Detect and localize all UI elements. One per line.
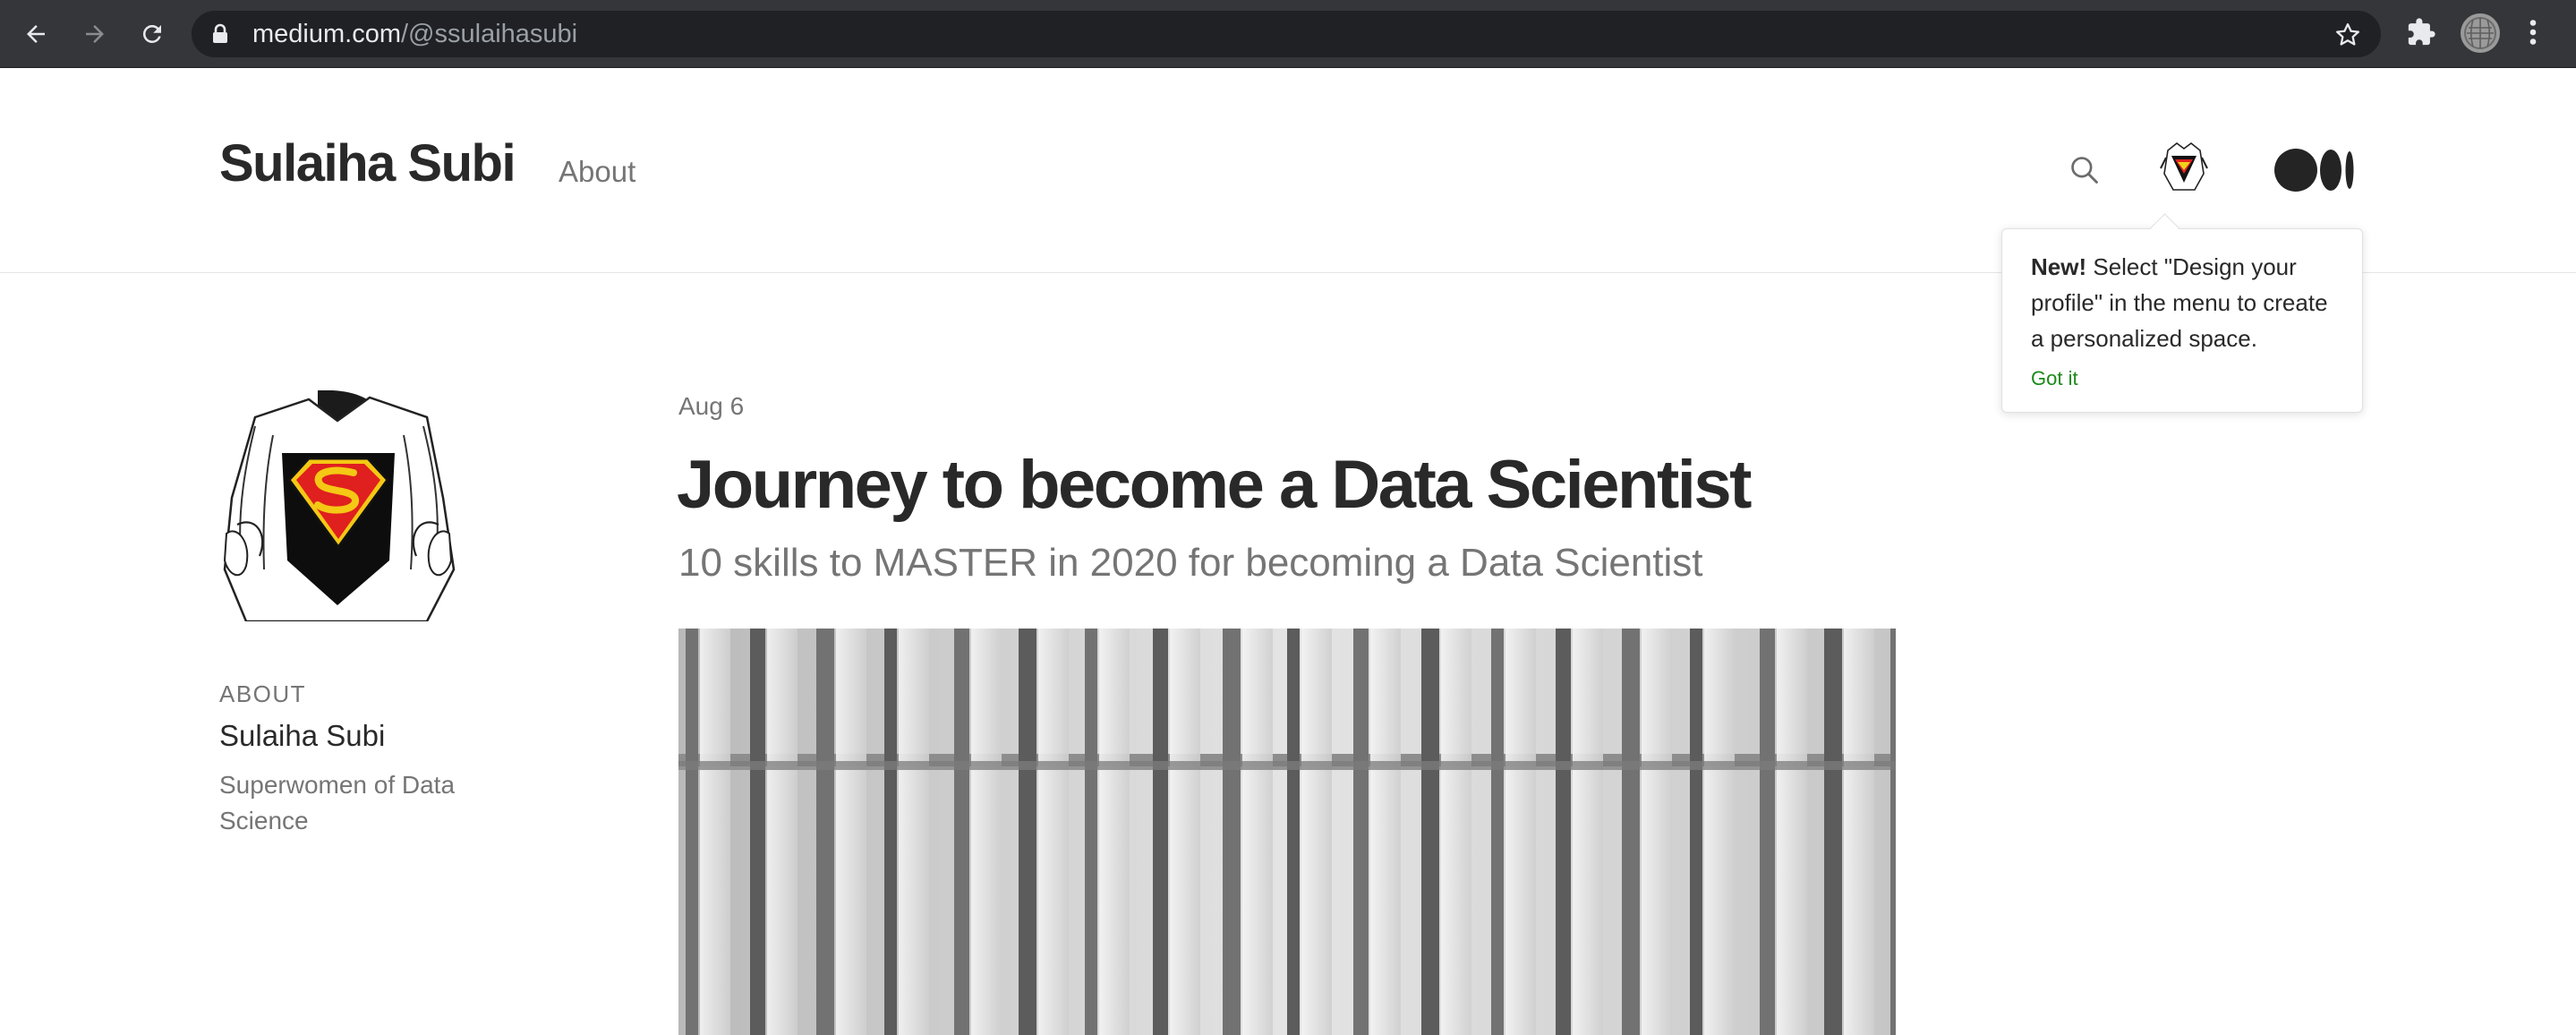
post-title[interactable]: Journey to become a Data Scientist	[677, 446, 1752, 524]
url-path: /@ssulaihasubi	[401, 20, 578, 48]
nav-link-about[interactable]: About	[559, 155, 635, 189]
reload-icon[interactable]	[134, 16, 170, 52]
author-name[interactable]: Sulaiha Subi	[219, 719, 385, 753]
kebab-menu-icon[interactable]	[2526, 16, 2540, 53]
profile-avatar-icon[interactable]	[2460, 13, 2501, 58]
about-heading: ABOUT	[219, 680, 307, 707]
back-arrow-icon[interactable]	[18, 16, 54, 52]
got-it-button[interactable]: Got it	[2031, 367, 2078, 390]
search-icon[interactable]	[2068, 153, 2102, 192]
tooltip-new-label: New!	[2031, 253, 2087, 280]
post-date: Aug 6	[678, 392, 745, 420]
lock-icon	[211, 23, 229, 49]
browser-toolbar: medium.com/@ssulaihasubi	[0, 0, 2576, 68]
tooltip-message: New! Select "Design your profile" in the…	[2031, 249, 2333, 356]
user-avatar[interactable]	[2155, 138, 2213, 195]
puzzle-icon[interactable]	[2406, 16, 2436, 53]
address-bar[interactable]: medium.com/@ssulaihasubi	[192, 11, 2381, 57]
medium-logo[interactable]	[2273, 148, 2356, 197]
forward-arrow-icon[interactable]	[77, 16, 113, 52]
post-cover-image[interactable]	[678, 629, 1896, 1035]
url-domain: medium.com	[252, 20, 401, 48]
design-profile-tooltip: New! Select "Design your profile" in the…	[2001, 228, 2363, 413]
post-subtitle[interactable]: 10 skills to MASTER in 2020 for becoming…	[678, 541, 1703, 586]
url-text: medium.com/@ssulaihasubi	[252, 11, 577, 57]
author-avatar-image	[219, 389, 456, 623]
author-bio: Superwomen of Data Science	[219, 771, 456, 834]
star-icon[interactable]	[2334, 21, 2361, 53]
publication-name[interactable]: Sulaiha Subi	[219, 133, 516, 193]
